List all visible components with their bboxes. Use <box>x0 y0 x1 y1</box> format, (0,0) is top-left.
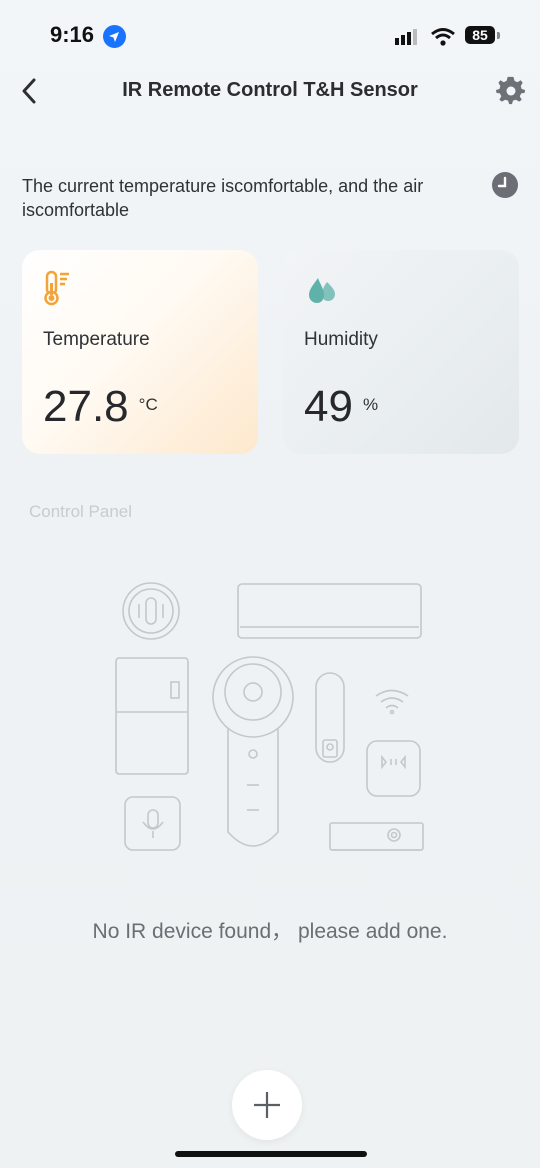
temperature-number: 27.8 <box>43 382 129 431</box>
humidity-number: 49 <box>304 382 353 431</box>
battery-tip <box>497 32 500 39</box>
humidity-unit: % <box>362 395 379 415</box>
signal-icon <box>395 29 417 45</box>
home-indicator[interactable] <box>175 1151 367 1157</box>
back-icon[interactable] <box>16 74 46 108</box>
thermometer-icon <box>42 268 78 308</box>
humidity-card[interactable]: Humidity 49% <box>283 250 519 454</box>
wifi-icon <box>431 28 455 46</box>
temperature-value: 27.8 °C <box>43 382 158 432</box>
humidity-label: Humidity <box>304 329 378 350</box>
history-icon[interactable] <box>491 171 519 199</box>
droplet-icon <box>303 268 339 308</box>
location-icon <box>103 25 126 48</box>
temperature-unit: °C <box>138 395 158 415</box>
no-device-message: No IR device found， please add one. <box>92 920 448 943</box>
add-device-button[interactable] <box>232 1070 302 1140</box>
temperature-card[interactable]: Temperature 27.8 °C <box>22 250 258 454</box>
gear-icon[interactable] <box>496 76 526 106</box>
plus-icon <box>254 1092 280 1118</box>
page-title: IR Remote Control T&H Sensor <box>122 79 418 101</box>
battery-icon: 85 <box>465 26 495 44</box>
humidity-value: 49% <box>304 382 378 432</box>
ir-devices-illustration <box>100 570 440 860</box>
comfort-status-text: The current temperature iscomfortable, a… <box>22 176 424 220</box>
control-panel-title: Control Panel <box>29 502 133 521</box>
temperature-label: Temperature <box>43 329 150 350</box>
status-time: 9:16 <box>50 22 95 47</box>
